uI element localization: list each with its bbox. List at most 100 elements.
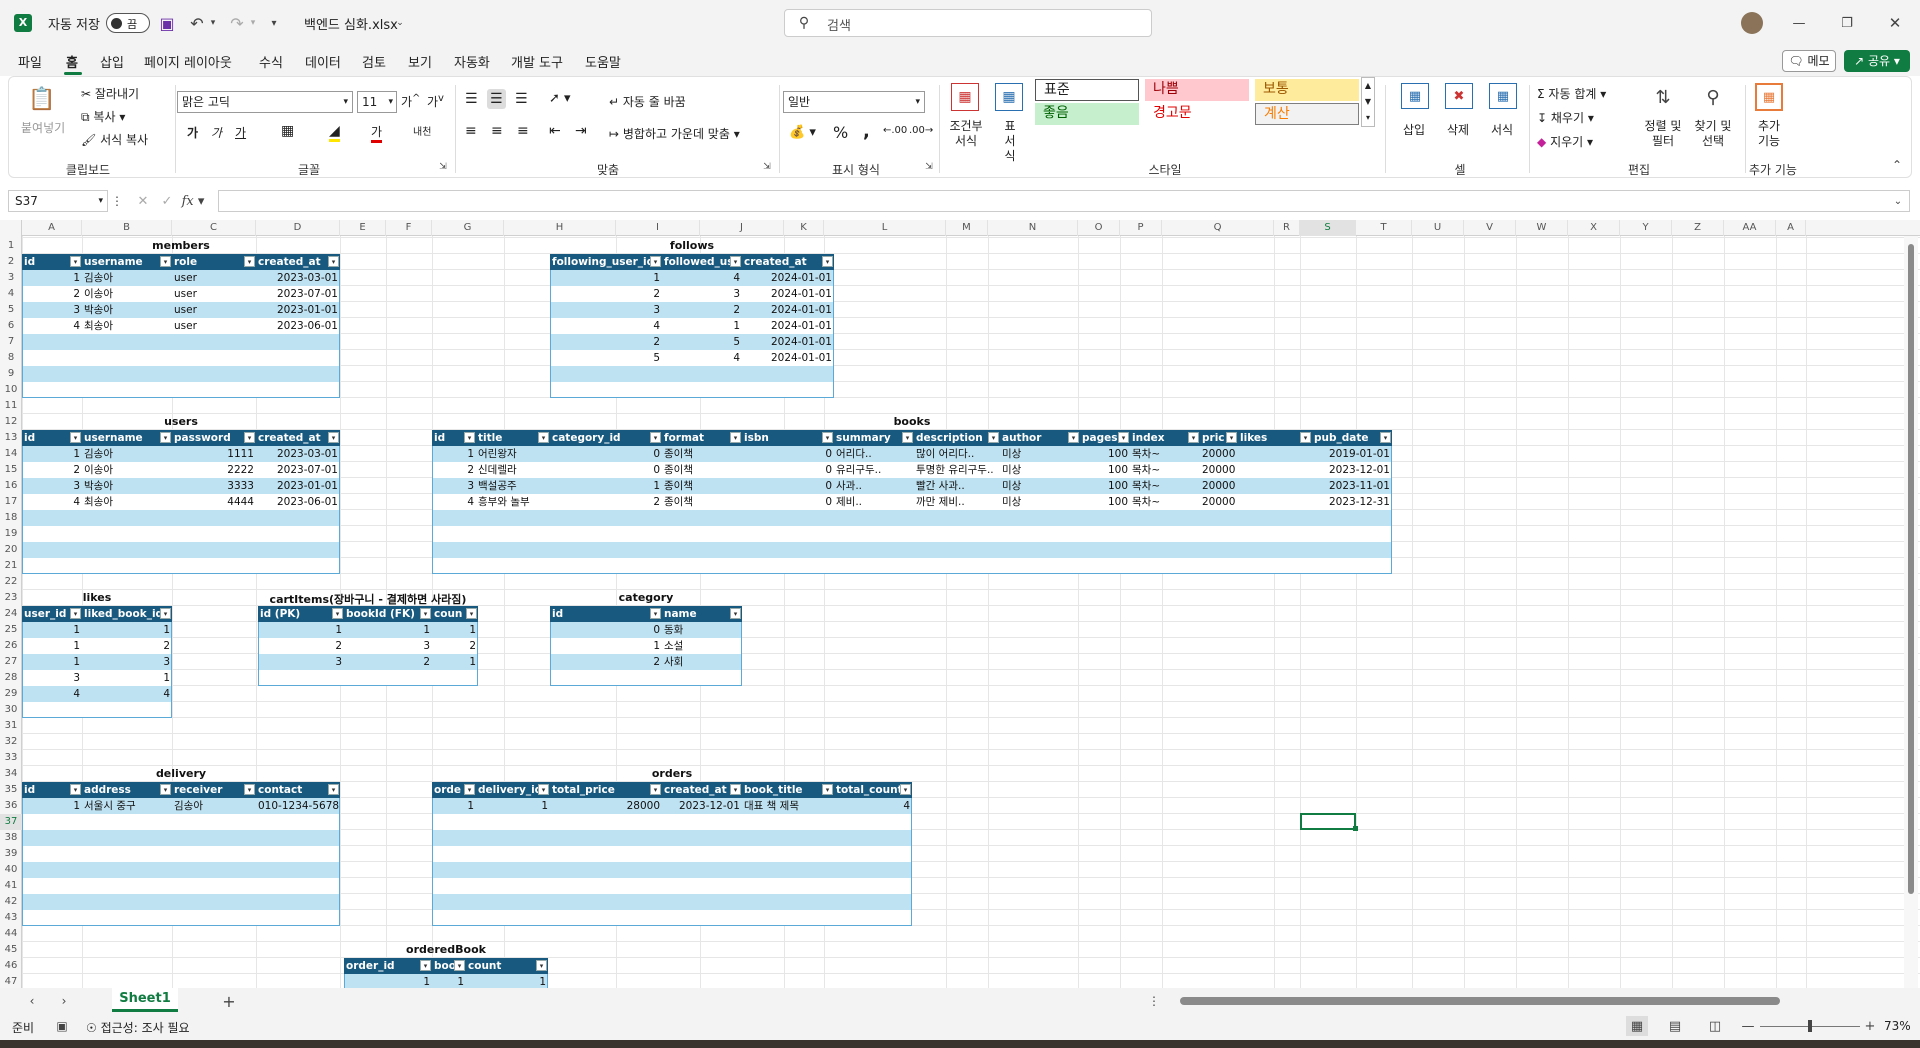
table-header-cell[interactable]: address ▾ bbox=[82, 782, 172, 798]
table-cell[interactable]: 1 bbox=[432, 974, 466, 988]
table-cell[interactable]: 100 bbox=[1080, 478, 1130, 494]
insert-function-icon[interactable]: fx ▾ bbox=[180, 192, 206, 210]
filter-dropdown-icon[interactable]: ▾ bbox=[464, 432, 475, 443]
table-header-cell[interactable]: pages ▾ bbox=[1080, 430, 1130, 446]
row-header[interactable]: 13 bbox=[0, 430, 22, 446]
align-right-icon[interactable]: ≡ bbox=[517, 123, 529, 139]
row-header[interactable]: 39 bbox=[0, 846, 22, 862]
table-cell[interactable]: 2023-12-01 bbox=[662, 798, 742, 814]
table-cell[interactable]: 0 bbox=[742, 446, 834, 462]
table-cell[interactable]: 1 bbox=[22, 270, 82, 286]
indent-increase-icon[interactable]: ⇥ bbox=[575, 123, 587, 139]
addins-button[interactable]: 추가 기능 bbox=[1753, 119, 1785, 149]
row-header[interactable]: 11 bbox=[0, 398, 22, 414]
table-cell[interactable]: 4 bbox=[662, 350, 742, 366]
table-cell[interactable]: 동화 bbox=[662, 622, 742, 638]
table-cell[interactable]: 2 bbox=[550, 654, 662, 670]
table-cell[interactable]: 서울시 중구 bbox=[82, 798, 172, 814]
table-cell[interactable]: 100 bbox=[1080, 462, 1130, 478]
table-format-button[interactable]: 표 서식 bbox=[999, 119, 1021, 164]
filter-dropdown-icon[interactable]: ▾ bbox=[822, 256, 833, 267]
column-header[interactable]: P bbox=[1120, 220, 1162, 236]
table-header-cell[interactable]: orde ▾ bbox=[432, 782, 476, 798]
filter-dropdown-icon[interactable]: ▾ bbox=[160, 784, 171, 795]
row-header[interactable]: 19 bbox=[0, 526, 22, 542]
table-cell[interactable] bbox=[1238, 446, 1312, 462]
table-header-cell[interactable]: id ▾ bbox=[22, 782, 82, 798]
table-header-cell[interactable]: pub_date ▾ bbox=[1312, 430, 1392, 446]
table-cell[interactable]: 0 bbox=[550, 462, 662, 478]
row-header[interactable]: 20 bbox=[0, 542, 22, 558]
find-select-button[interactable]: 찾기 및 선택 bbox=[1689, 119, 1737, 149]
table-cell[interactable]: 2023-06-01 bbox=[256, 318, 340, 334]
clear-button[interactable]: ◆ 지우기 ▾ bbox=[1537, 133, 1593, 150]
style-calculation[interactable]: 계산 bbox=[1255, 103, 1359, 125]
table-header-cell[interactable]: book_title ▾ bbox=[742, 782, 834, 798]
add-sheet-icon[interactable]: + bbox=[220, 992, 238, 1011]
table-cell[interactable]: 4444 bbox=[172, 494, 256, 510]
table-cell[interactable]: 박송아 bbox=[82, 302, 172, 318]
column-header[interactable]: C bbox=[172, 220, 256, 236]
row-header[interactable]: 9 bbox=[0, 366, 22, 382]
filter-dropdown-icon[interactable]: ▾ bbox=[536, 960, 547, 971]
table-cell[interactable]: 2023-03-01 bbox=[256, 446, 340, 462]
font-shrink-icon[interactable]: 가v bbox=[427, 93, 444, 110]
table-header-cell[interactable]: user_id ▾ bbox=[22, 606, 82, 622]
table-cell[interactable]: 2024-01-01 bbox=[742, 334, 834, 350]
row-header[interactable]: 10 bbox=[0, 382, 22, 398]
table-header-cell[interactable]: followed_us ▾ bbox=[662, 254, 742, 270]
row-header[interactable]: 30 bbox=[0, 702, 22, 718]
column-header[interactable]: F bbox=[386, 220, 432, 236]
format-cells-button[interactable]: 서식 bbox=[1491, 121, 1513, 138]
table-cell[interactable]: 5 bbox=[550, 350, 662, 366]
table-header-cell[interactable]: created_at ▾ bbox=[742, 254, 834, 270]
filter-dropdown-icon[interactable]: ▾ bbox=[454, 960, 465, 971]
border-icon[interactable]: ▦ bbox=[281, 123, 294, 139]
table-cell[interactable]: 2 bbox=[22, 462, 82, 478]
merge-center-button[interactable]: ↦ 병합하고 가운데 맞춤 ▾ bbox=[609, 125, 740, 142]
table-cell[interactable]: 1 bbox=[344, 974, 432, 988]
row-header[interactable]: 25 bbox=[0, 622, 22, 638]
insert-cells-button[interactable]: 삽입 bbox=[1403, 121, 1425, 138]
enter-icon[interactable]: ✓ bbox=[158, 192, 176, 210]
table-cell[interactable]: 2019-01-01 bbox=[1312, 446, 1392, 462]
filter-dropdown-icon[interactable]: ▾ bbox=[420, 608, 431, 619]
table-cell[interactable]: 4 bbox=[834, 798, 912, 814]
column-header[interactable]: T bbox=[1356, 220, 1412, 236]
zoom-level[interactable]: 73% bbox=[1884, 1019, 1911, 1033]
horizontal-scrollbar[interactable] bbox=[1176, 995, 1866, 1007]
orientation-icon[interactable]: ➚ ▾ bbox=[549, 91, 571, 106]
delete-cells-icon[interactable]: ✖ bbox=[1445, 83, 1473, 109]
table-cell[interactable]: 4 bbox=[662, 270, 742, 286]
table-cell[interactable]: 5 bbox=[662, 334, 742, 350]
filter-dropdown-icon[interactable]: ▾ bbox=[244, 784, 255, 795]
styles-scroll[interactable]: ▲ ▼ ▾ bbox=[1361, 77, 1375, 127]
addins-icon[interactable]: ▦ bbox=[1755, 83, 1783, 111]
table-cell[interactable]: 3 bbox=[22, 670, 82, 686]
autosum-button[interactable]: Σ 자동 합계 ▾ bbox=[1537, 85, 1606, 102]
row-header[interactable]: 44 bbox=[0, 926, 22, 942]
table-cell[interactable]: 2023-07-01 bbox=[256, 462, 340, 478]
filter-dropdown-icon[interactable]: ▾ bbox=[328, 256, 339, 267]
filter-dropdown-icon[interactable]: ▾ bbox=[900, 784, 911, 795]
filter-dropdown-icon[interactable]: ▾ bbox=[650, 608, 661, 619]
table-cell[interactable]: 1111 bbox=[172, 446, 256, 462]
table-cell[interactable]: 2024-01-01 bbox=[742, 302, 834, 318]
filter-dropdown-icon[interactable]: ▾ bbox=[160, 608, 171, 619]
table-cell[interactable]: 1 bbox=[550, 638, 662, 654]
page-break-view-icon[interactable]: ◫ bbox=[1704, 1016, 1726, 1036]
table-cell[interactable]: 1 bbox=[22, 622, 82, 638]
table-cell[interactable]: 1 bbox=[432, 654, 478, 670]
table-cell[interactable]: 4 bbox=[432, 494, 476, 510]
filter-dropdown-icon[interactable]: ▾ bbox=[466, 608, 477, 619]
table-cell[interactable]: 사과.. bbox=[834, 478, 914, 494]
table-cell[interactable]: 미상 bbox=[1000, 446, 1080, 462]
style-good[interactable]: 좋음 bbox=[1035, 103, 1139, 125]
delete-cells-button[interactable]: 삭제 bbox=[1447, 121, 1469, 138]
table-cell[interactable]: 2024-01-01 bbox=[742, 270, 834, 286]
table-cell[interactable]: 빨간 사과.. bbox=[914, 478, 1000, 494]
row-header[interactable]: 22 bbox=[0, 574, 22, 590]
table-cell[interactable]: 흥부와 놀부 bbox=[476, 494, 550, 510]
filter-dropdown-icon[interactable]: ▾ bbox=[1068, 432, 1079, 443]
file-name[interactable]: 백엔드 심화.xlsx bbox=[304, 14, 398, 33]
